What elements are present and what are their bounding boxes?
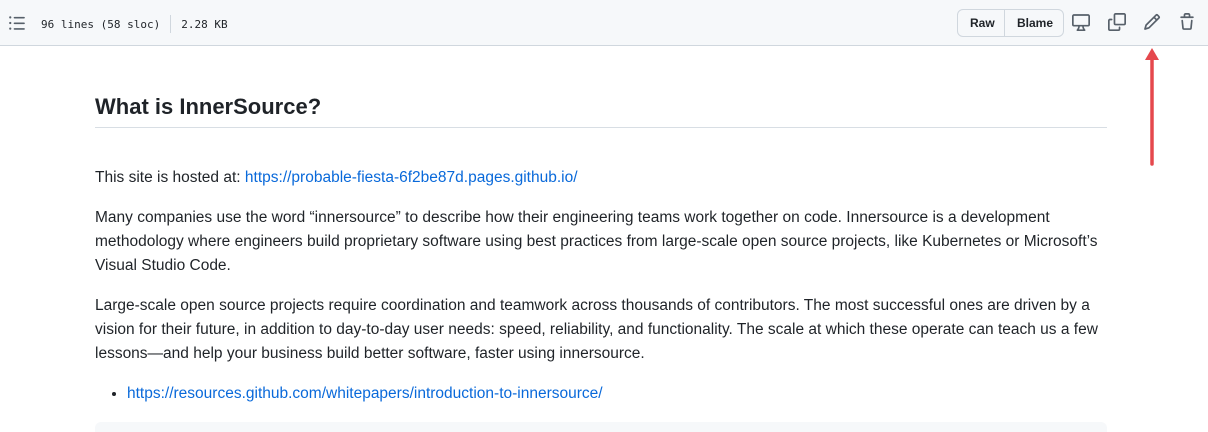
markdown-body: What is InnerSource? This site is hosted… bbox=[95, 96, 1107, 402]
blame-button[interactable]: Blame bbox=[1005, 10, 1063, 36]
open-source-paragraph: Large-scale open source projects require… bbox=[95, 297, 1098, 362]
file-toolbar: 96 lines (58 sloc) 2.28 KB Raw Blame bbox=[0, 0, 1208, 46]
trash-icon[interactable] bbox=[1178, 13, 1196, 31]
intro-paragraph: Many companies use the word “innersource… bbox=[95, 209, 1098, 274]
page-title: What is InnerSource? bbox=[95, 74, 1107, 128]
hosted-link[interactable]: https://probable-fiesta-6f2be87d.pages.g… bbox=[245, 169, 578, 186]
list-item: https://resources.github.com/whitepapers… bbox=[127, 382, 603, 406]
pencil-icon[interactable] bbox=[1143, 13, 1161, 31]
hosted-prefix: This site is hosted at: bbox=[95, 169, 245, 186]
code-block-edge bbox=[95, 422, 1107, 432]
file-size: 2.28 KB bbox=[181, 17, 228, 31]
annotation-arrow bbox=[1145, 48, 1159, 166]
file-info: 96 lines (58 sloc) 2.28 KB bbox=[41, 15, 228, 33]
desktop-icon[interactable] bbox=[1072, 13, 1090, 31]
list-unordered-icon[interactable] bbox=[8, 14, 26, 32]
whitepaper-link[interactable]: https://resources.github.com/whitepapers… bbox=[127, 385, 603, 402]
raw-blame-group: Raw Blame bbox=[957, 9, 1064, 37]
line-count: 96 lines (58 sloc) bbox=[41, 17, 161, 31]
copy-icon[interactable] bbox=[1108, 13, 1126, 31]
hosted-paragraph: This site is hosted at: https://probable… bbox=[95, 166, 578, 190]
divider bbox=[170, 15, 172, 33]
raw-button[interactable]: Raw bbox=[958, 10, 1005, 36]
resource-list: https://resources.github.com/whitepapers… bbox=[95, 382, 603, 406]
